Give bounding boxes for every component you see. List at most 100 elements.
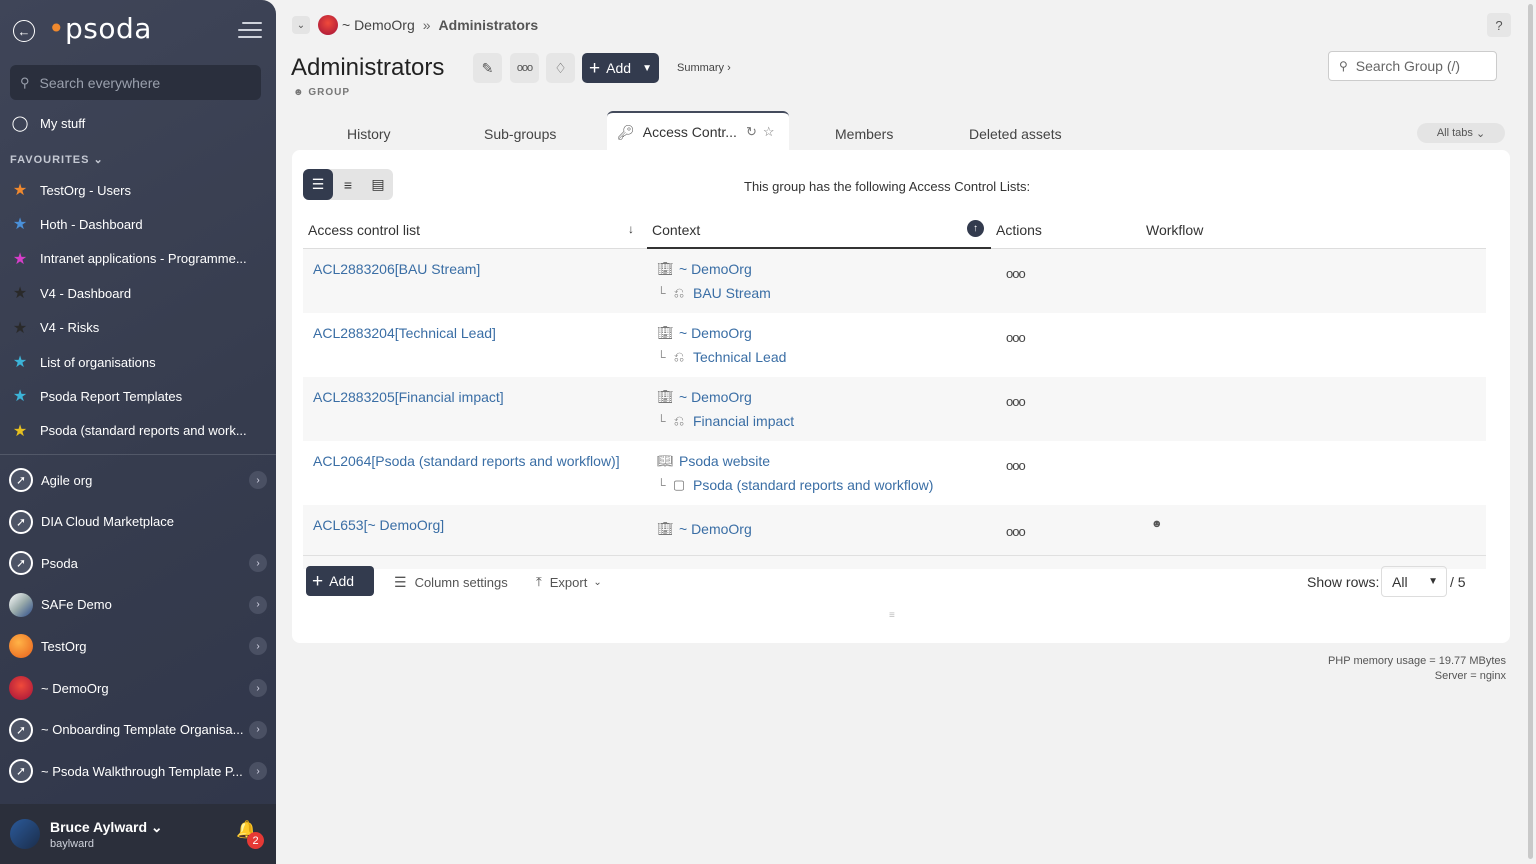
export-button[interactable]: ⤒ Export ⌄	[536, 574, 602, 590]
chevron-right-icon[interactable]: ›	[249, 679, 267, 697]
tab-deleted-assets[interactable]: Deleted assets	[969, 126, 1062, 142]
favourites-heading[interactable]: FAVOURITES ⌄	[10, 153, 104, 166]
dense-view-icon[interactable]: ▤	[363, 169, 393, 200]
acl-link[interactable]: ACL2883206[BAU Stream]	[313, 261, 480, 277]
chevron-down-icon: ▼	[1428, 576, 1438, 587]
sidebar-item-org[interactable]: ➚ ~ Onboarding Template Organisa... ›	[9, 717, 267, 742]
star-icon: ★	[12, 354, 28, 371]
group-icon: ☻	[293, 87, 305, 98]
header-actions: Actions	[996, 222, 1042, 238]
sidebar-item-org[interactable]: ~ DemoOrg ›	[9, 676, 267, 700]
table-row: ACL2883205[Financial impact] 🏢︎ ~ DemoOrg └…	[303, 377, 1486, 441]
more-icon: ooo	[516, 62, 533, 74]
more-button[interactable]: ooo	[510, 53, 539, 83]
column-settings-button[interactable]: ☰ Column settings	[394, 574, 508, 591]
favourite-item[interactable]: ★ Intranet applications - Programme...	[10, 249, 260, 269]
notification-badge: 2	[247, 832, 264, 849]
sidebar-item-org[interactable]: ➚ ~ Psoda Walkthrough Template P... ›	[9, 759, 267, 784]
back-icon[interactable]: ←	[13, 20, 35, 42]
scrollbar[interactable]	[1525, 0, 1536, 864]
sidebar-item-org[interactable]: ➚ Psoda ›	[9, 551, 267, 576]
context-link[interactable]: 🏢︎ ~ DemoOrg	[657, 521, 752, 537]
tree-branch-icon: └	[657, 414, 666, 428]
psoda-logo[interactable]: •psoda	[48, 12, 152, 45]
context-child-link[interactable]: └ ▢ Psoda (standard reports and workflow)	[657, 477, 933, 493]
help-button[interactable]: ?	[1487, 13, 1511, 37]
chevron-right-icon[interactable]: ›	[249, 554, 267, 573]
list-view-icon[interactable]: ☰	[303, 169, 333, 200]
flow-icon: ⎌	[673, 349, 685, 364]
row-actions-button[interactable]: ooo	[1006, 266, 1026, 281]
sidebar-item-org[interactable]: TestOrg ›	[9, 634, 267, 659]
favourite-item[interactable]: ★ V4 - Dashboard	[10, 283, 260, 303]
tab-access-control[interactable]: 🔑︎ Access Contr... ↻ ☆	[607, 111, 789, 151]
context-link[interactable]: 🏢︎ ~ DemoOrg	[657, 389, 752, 405]
server-name: Server = nginx	[1434, 670, 1506, 682]
chevron-right-icon[interactable]: ›	[249, 637, 267, 656]
my-stuff-link[interactable]: ◯ My stuff	[10, 114, 86, 132]
user-profile[interactable]: Bruce Aylward ⌄ baylward	[0, 804, 276, 864]
breadcrumb-org[interactable]: ~ DemoOrg	[342, 17, 415, 33]
compass-icon: ➚	[9, 468, 33, 492]
row-actions-button[interactable]: ooo	[1006, 458, 1026, 473]
acl-link[interactable]: ACL2883205[Financial impact]	[313, 389, 504, 405]
favourite-item[interactable]: ★ List of organisations	[10, 352, 260, 372]
sidebar: ← •psoda ⚲ Search everywhere ◯ My stuff …	[0, 0, 276, 864]
chevron-right-icon[interactable]: ›	[249, 720, 267, 739]
show-rows-label: Show rows:	[1307, 574, 1380, 590]
tab-members[interactable]: Members	[835, 126, 893, 142]
favourite-item[interactable]: ★ Hoth - Dashboard	[10, 214, 260, 234]
chevron-right-icon[interactable]: ›	[249, 471, 267, 489]
sidebar-item-org[interactable]: ➚ Agile org ›	[9, 468, 267, 492]
refresh-icon[interactable]: ↻	[746, 124, 757, 140]
star-icon[interactable]: ☆	[763, 124, 775, 140]
chevron-down-icon: ▼	[642, 62, 652, 74]
favourite-item[interactable]: ★ TestOrg - Users	[10, 180, 260, 200]
sidebar-item-org[interactable]: SAFe Demo ›	[9, 592, 267, 617]
export-icon: ⤒	[536, 574, 542, 589]
sidebar-item-org[interactable]: ➚ DIA Cloud Marketplace	[9, 509, 267, 534]
collapse-menu-icon[interactable]	[238, 22, 262, 40]
group-icon: ☻	[1151, 518, 1163, 530]
row-actions-button[interactable]: ooo	[1006, 394, 1026, 409]
context-child-link[interactable]: └ ⎌ Financial impact	[657, 413, 794, 429]
tab-sub-groups[interactable]: Sub-groups	[484, 126, 556, 142]
sort-up-icon[interactable]: ↑	[967, 220, 984, 237]
favourite-item[interactable]: ★ Psoda Report Templates	[10, 386, 260, 406]
testorg-logo-icon	[9, 634, 33, 659]
row-actions-button[interactable]: ooo	[1006, 524, 1026, 539]
favourite-item[interactable]: ★ Psoda (standard reports and work...	[10, 421, 260, 441]
chevron-down-icon[interactable]: ⌄	[292, 16, 310, 34]
group-search-input[interactable]: ⚲ Search Group (/)	[1328, 51, 1497, 81]
header-workflow[interactable]: Workflow	[1146, 222, 1203, 238]
row-actions-button[interactable]: ooo	[1006, 330, 1026, 345]
tab-history[interactable]: History	[347, 126, 391, 142]
acl-link[interactable]: ACL653[~ DemoOrg]	[313, 517, 444, 533]
context-link[interactable]: 🏢︎ ~ DemoOrg	[657, 261, 752, 277]
flow-icon: ⎌	[673, 413, 685, 428]
chevron-right-icon[interactable]: ›	[249, 762, 267, 781]
user-name: Bruce Aylward ⌄	[50, 818, 163, 835]
add-button[interactable]: + Add ▼	[582, 53, 659, 83]
summary-link[interactable]: Summary ›	[677, 62, 731, 74]
tree-branch-icon: └	[657, 478, 666, 492]
tag-button[interactable]: ♢	[546, 53, 575, 83]
acl-link[interactable]: ACL2064[Psoda (standard reports and work…	[313, 453, 620, 469]
context-link[interactable]: 🏢︎ ~ DemoOrg	[657, 325, 752, 341]
context-child-link[interactable]: └ ⎌ BAU Stream	[657, 285, 771, 301]
all-tabs-button[interactable]: All tabs ⌄	[1417, 123, 1505, 143]
compact-view-icon[interactable]: ≡	[333, 169, 363, 200]
context-link[interactable]: 📖︎ Psoda website	[657, 453, 770, 469]
acl-link[interactable]: ACL2883204[Technical Lead]	[313, 325, 496, 341]
global-search-input[interactable]: ⚲ Search everywhere	[10, 65, 261, 100]
chevron-right-icon[interactable]: ›	[249, 595, 267, 614]
show-rows-select[interactable]: All ▼	[1381, 566, 1447, 597]
sort-down-icon[interactable]: ↓	[628, 222, 634, 236]
edit-button[interactable]: ✎	[473, 53, 502, 83]
favourite-item[interactable]: ★ V4 - Risks	[10, 318, 260, 338]
add-acl-button[interactable]: + Add	[306, 566, 374, 596]
header-context[interactable]: Context	[652, 222, 700, 238]
header-acl[interactable]: Access control list	[308, 222, 420, 238]
resize-handle-icon[interactable]: ≡	[889, 610, 895, 621]
context-child-link[interactable]: └ ⎌ Technical Lead	[657, 349, 786, 365]
